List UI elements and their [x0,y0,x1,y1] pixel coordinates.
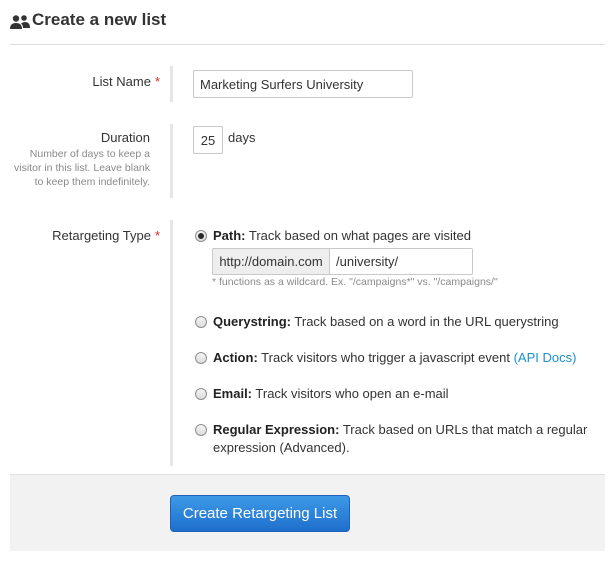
radio-text-email: Email: Track visitors who open an e-mail [213,385,449,403]
radio-text-path: Path: Track based on what pages are visi… [213,227,471,245]
field-divider [170,124,173,198]
page-title: Create a new list [32,10,167,29]
radio-button-regex[interactable] [195,424,207,436]
field-divider [170,220,173,466]
duration-input[interactable] [193,126,223,154]
option-desc-line2: expression (Advanced). [213,440,350,455]
radio-text-action: Action: Track visitors who trigger a jav… [213,349,576,367]
radio-button-path[interactable] [195,230,207,242]
option-desc: Track visitors who trigger a javascript … [261,350,510,365]
option-desc: Track based on what pages are visited [248,228,471,243]
path-hint-text: * functions as a wildcard. Ex. "/campaig… [212,276,498,288]
list-name-label-text: List Name [92,74,151,89]
users-icon [10,15,30,29]
option-name: Regular Expression: [213,422,340,437]
required-mark: * [154,228,160,243]
radio-text-regex: Regular Expression: Track based on URLs … [213,421,587,439]
radio-button-action[interactable] [195,352,207,364]
required-mark: * [154,74,160,89]
duration-unit: days [228,130,256,145]
retargeting-type-label: Retargeting Type * [10,228,160,243]
list-name-input[interactable] [193,70,413,98]
field-divider [170,66,173,102]
duration-help-text: Number of days to keep a visitor in this… [14,148,150,188]
option-desc: Track based on URLs that match a regular [342,422,588,437]
option-name: Path: [213,228,246,243]
api-docs-link[interactable]: (API Docs) [514,350,577,365]
option-name: Querystring: [213,314,292,329]
radio-button-querystring[interactable] [195,316,207,328]
radio-button-email[interactable] [195,388,207,400]
list-name-label: List Name * [10,74,160,89]
duration-label: Duration [100,130,150,145]
option-name: Action: [213,350,258,365]
form-header: Create a new list [10,8,605,45]
create-list-button[interactable]: Create Retargeting List [170,495,350,532]
radio-text-querystring: Querystring: Track based on a word in th… [213,313,559,331]
domain-prefix-addon: http://domain.com [212,248,329,275]
option-desc: Track based on a word in the URL queryst… [294,314,559,329]
option-name: Email: [213,386,253,401]
retargeting-type-label-text: Retargeting Type [52,228,151,243]
path-input[interactable] [329,248,473,275]
option-desc: Track visitors who open an e-mail [255,386,449,401]
